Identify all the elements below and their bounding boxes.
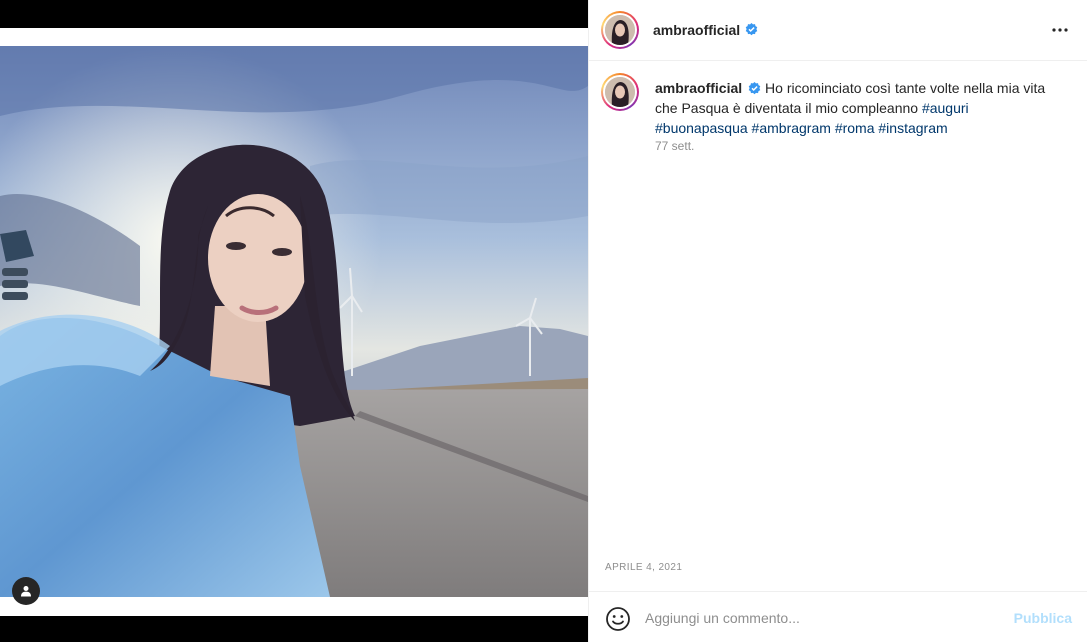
verified-badge-icon — [748, 82, 761, 95]
comment-bar: Pubblica — [589, 591, 1087, 642]
caption-username[interactable]: ambraofficial — [655, 80, 742, 96]
verified-badge-icon — [745, 23, 758, 36]
emoji-smile-icon[interactable] — [605, 606, 631, 632]
hashtag-link[interactable]: #ambragram — [752, 120, 831, 136]
comment-input[interactable] — [645, 604, 995, 632]
post-age[interactable]: 77 sett. — [655, 139, 694, 153]
avatar-image — [605, 15, 635, 45]
hashtag-link[interactable]: #roma — [835, 120, 875, 136]
caption-avatar-image — [605, 77, 635, 107]
media-letterbox-bottom — [0, 597, 588, 616]
post-detail-panel: ambraofficial ambraofficial Ho ricominci… — [588, 0, 1087, 642]
more-horizontal-icon[interactable] — [1048, 20, 1072, 40]
selfie-image — [0, 46, 588, 597]
post-header: ambraofficial — [589, 0, 1087, 61]
post-photo[interactable] — [0, 46, 588, 597]
hashtag-link[interactable]: #auguri — [922, 100, 969, 116]
media-letterbox-top — [0, 28, 588, 46]
post-date[interactable]: APRILE 4, 2021 — [605, 562, 682, 573]
hashtag-link[interactable]: #instagram — [878, 120, 947, 136]
header-username[interactable]: ambraofficial — [653, 22, 740, 38]
post-media — [0, 0, 588, 642]
publish-button[interactable]: Pubblica — [1014, 610, 1072, 626]
avatar[interactable] — [601, 11, 639, 49]
user-tag-icon[interactable] — [12, 577, 40, 605]
hashtag-link[interactable]: #buonapasqua — [655, 120, 748, 136]
post-caption: ambraofficial Ho ricominciato così tante… — [655, 78, 1065, 138]
caption-avatar[interactable] — [601, 73, 639, 111]
